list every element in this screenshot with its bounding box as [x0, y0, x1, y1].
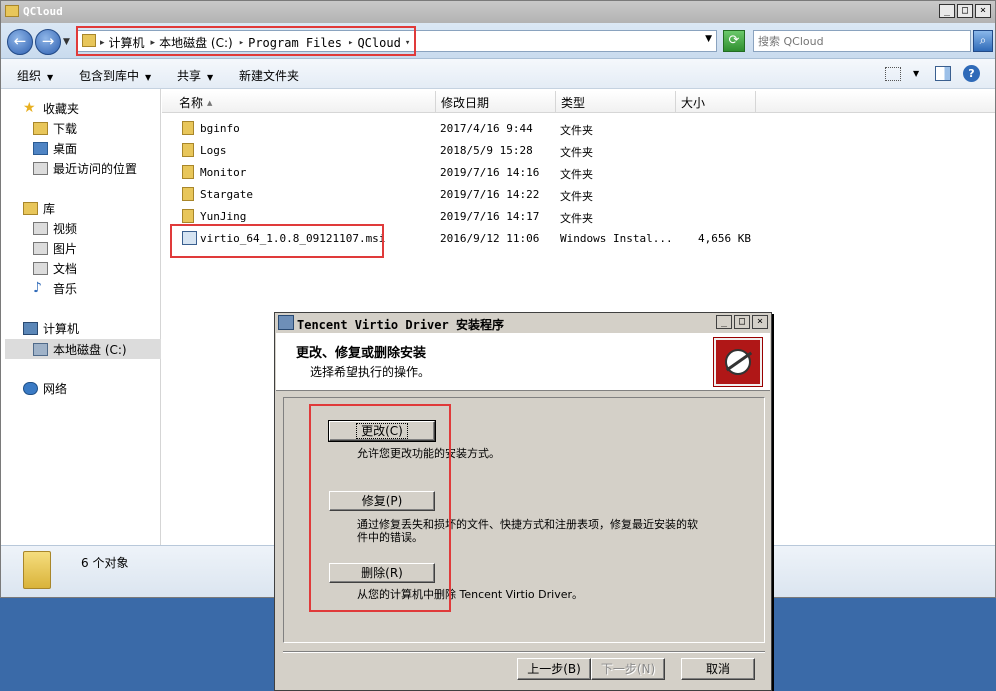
- refresh-button[interactable]: ⟳: [723, 30, 745, 52]
- document-icon: [33, 261, 48, 275]
- minimize-button[interactable]: _: [939, 4, 955, 18]
- column-header-size[interactable]: 大小: [676, 91, 756, 113]
- navigation-pane: ★ 收藏夹 下载 桌面 最近访问的位置 库 视频 图片 文档 ♪ 音乐 计算机 本地…: [1, 89, 161, 545]
- column-header-date[interactable]: 修改日期: [436, 91, 556, 113]
- desktop-icon: [33, 141, 48, 155]
- close-button[interactable]: ×: [752, 315, 768, 329]
- library-icon: [23, 201, 38, 215]
- disc-logo-icon: [713, 337, 763, 387]
- sidebar-item-computer[interactable]: 计算机: [23, 319, 79, 337]
- chevron-down-icon: ▼: [145, 73, 152, 82]
- file-row[interactable]: Monitor 2019/7/16 14:16 文件夹: [162, 161, 995, 183]
- network-icon: [23, 381, 38, 395]
- chevron-down-icon[interactable]: ▼: [913, 69, 919, 78]
- footer-separator: [283, 651, 765, 653]
- back-step-button[interactable]: 上一步(B): [517, 658, 591, 680]
- video-icon: [33, 221, 48, 235]
- hard-disk-icon: [33, 342, 48, 356]
- column-headers: 名称 ▲ 修改日期 类型 大小: [162, 91, 995, 113]
- search-input[interactable]: [758, 33, 958, 49]
- folder-icon: [182, 121, 194, 135]
- minimize-button[interactable]: _: [716, 315, 732, 329]
- folder-icon: [182, 165, 194, 179]
- sidebar-item-local-disk[interactable]: 本地磁盘 (C:): [33, 340, 127, 358]
- chevron-down-icon: ▼: [207, 73, 214, 82]
- music-icon: ♪: [33, 280, 42, 296]
- next-step-button[interactable]: 下一步(N): [591, 658, 665, 680]
- folder-icon: [182, 143, 194, 157]
- address-history-dropdown-icon[interactable]: ▼: [705, 34, 712, 44]
- folder-icon: [23, 551, 51, 589]
- dialog-header: 更改、修复或删除安装 选择希望执行的操作。: [276, 333, 770, 391]
- installer-icon: [278, 315, 294, 330]
- command-toolbar: 组织 ▼ 包含到库中 ▼ 共享 ▼ 新建文件夹 ▼ ?: [1, 59, 995, 89]
- file-row[interactable]: bginfo 2017/4/16 9:44 文件夹: [162, 117, 995, 139]
- new-folder-button[interactable]: 新建文件夹: [239, 67, 299, 84]
- view-options-icon[interactable]: [885, 67, 901, 81]
- column-header-name[interactable]: 名称 ▲: [162, 91, 436, 113]
- chevron-down-icon: ▼: [47, 73, 54, 82]
- explorer-title-bar[interactable]: QCloud _ □ ×: [1, 1, 995, 23]
- file-row[interactable]: Logs 2018/5/9 15:28 文件夹: [162, 139, 995, 161]
- organize-menu[interactable]: 组织 ▼: [17, 67, 53, 84]
- highlight-box-address: [76, 26, 416, 56]
- sidebar-item-downloads[interactable]: 下载: [33, 119, 77, 137]
- help-icon[interactable]: ?: [963, 65, 980, 82]
- highlight-box-options: [309, 404, 451, 612]
- downloads-folder-icon: [33, 121, 48, 135]
- highlight-box-msi-file: [170, 224, 384, 258]
- sidebar-item-favorites[interactable]: ★ 收藏夹: [23, 99, 79, 117]
- computer-icon: [23, 321, 38, 335]
- dialog-heading: 更改、修复或删除安装: [296, 346, 427, 361]
- preview-pane-icon[interactable]: [935, 66, 951, 81]
- column-header-type[interactable]: 类型: [556, 91, 676, 113]
- folder-icon: [5, 5, 19, 17]
- sidebar-item-network[interactable]: 网络: [23, 379, 67, 397]
- folder-icon: [182, 187, 194, 201]
- cancel-button[interactable]: 取消: [681, 658, 755, 680]
- column-header-filler: [756, 91, 995, 113]
- item-count: 6 个对象: [81, 556, 129, 570]
- search-box[interactable]: [753, 30, 971, 52]
- share-menu[interactable]: 共享 ▼: [177, 67, 213, 84]
- sidebar-item-documents[interactable]: 文档: [33, 259, 77, 277]
- maximize-button[interactable]: □: [957, 4, 973, 18]
- file-row[interactable]: Stargate 2019/7/16 14:22 文件夹: [162, 183, 995, 205]
- dialog-title-bar[interactable]: Tencent Virtio Driver 安装程序 _ □ ×: [275, 313, 771, 333]
- forward-button[interactable]: →: [35, 29, 61, 55]
- sidebar-item-libraries[interactable]: 库: [23, 199, 55, 217]
- star-icon: ★: [23, 100, 36, 116]
- sidebar-item-music[interactable]: ♪ 音乐: [33, 279, 77, 297]
- sidebar-item-pictures[interactable]: 图片: [33, 239, 77, 257]
- search-icon[interactable]: ⌕: [973, 30, 993, 52]
- maximize-button[interactable]: □: [734, 315, 750, 329]
- dialog-title: Tencent Virtio Driver 安装程序: [297, 318, 504, 332]
- recent-places-icon: [33, 161, 48, 175]
- recent-pages-dropdown-icon[interactable]: ▼: [63, 37, 70, 47]
- back-button[interactable]: ←: [7, 29, 33, 55]
- window-title: QCloud: [23, 5, 63, 18]
- dialog-subheading: 选择希望执行的操作。: [310, 365, 431, 379]
- picture-icon: [33, 241, 48, 255]
- sidebar-item-videos[interactable]: 视频: [33, 219, 77, 237]
- close-button[interactable]: ×: [975, 4, 991, 18]
- sidebar-item-recent-places[interactable]: 最近访问的位置: [33, 159, 137, 177]
- sort-ascending-icon: ▲: [207, 99, 213, 107]
- include-in-library-menu[interactable]: 包含到库中 ▼: [79, 67, 151, 84]
- sidebar-item-desktop[interactable]: 桌面: [33, 139, 77, 157]
- folder-icon: [182, 209, 194, 223]
